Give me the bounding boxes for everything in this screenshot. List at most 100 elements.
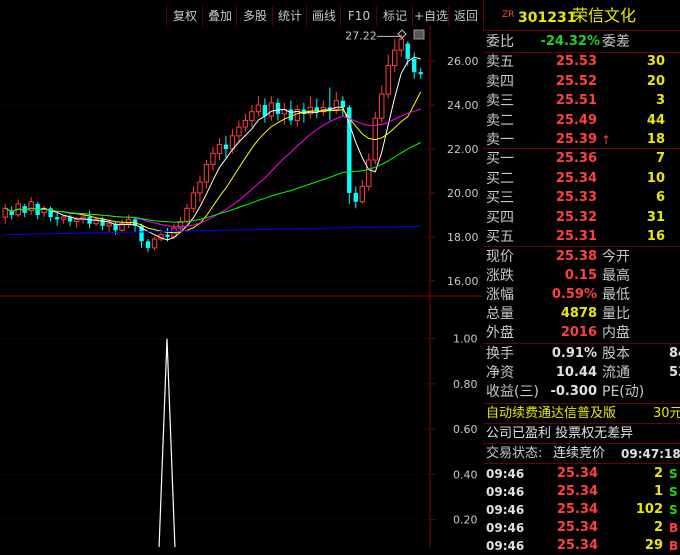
tick-time-2: 09:46 — [486, 503, 525, 517]
quote-label2-4: 内盘 — [602, 325, 630, 341]
tick-time-1: 09:46 — [486, 485, 525, 499]
candle-body-58 — [379, 93, 385, 119]
price-tick-label-0: 26.00 — [447, 55, 479, 68]
window-toggle-icon[interactable] — [413, 29, 425, 40]
candle-body-63 — [412, 58, 417, 73]
ask-vol-0: 30 — [646, 54, 665, 69]
candle-body-25 — [165, 234, 170, 237]
bid-price-2: 25.33 — [555, 190, 597, 205]
candle-body-10 — [67, 217, 73, 222]
tick-flag-3: B — [669, 521, 679, 535]
tick-flag-0: S — [669, 467, 678, 481]
indicator-tick-label-1: 0.80 — [453, 378, 478, 391]
quote-value-2: 0.59% — [551, 287, 597, 302]
quote-label-0: 现价 — [486, 249, 514, 265]
ask-price-1: 25.52 — [555, 73, 597, 89]
quote-value-4: 2016 — [560, 325, 597, 340]
tick-price-1: 25.34 — [556, 484, 598, 499]
candle-body-60 — [392, 49, 398, 67]
weicha-label: 委差 — [602, 34, 630, 50]
divider — [483, 463, 680, 464]
candle-body-16 — [106, 223, 112, 227]
candle-body-31 — [203, 163, 210, 183]
candle-body-28 — [184, 207, 190, 223]
ask-label-0: 卖五 — [486, 54, 514, 70]
tick-price-2: 25.34 — [556, 502, 598, 517]
toolbar-button-8[interactable]: 返回 — [448, 6, 483, 26]
stat-value2-1: 53 — [669, 365, 680, 380]
price-tick-label-5: 16.00 — [447, 275, 479, 288]
toolbar-button-5[interactable]: F10 — [340, 6, 377, 26]
candle-body-38 — [249, 111, 255, 121]
trade-status-value: 连续竞价 — [553, 446, 606, 461]
ask-label-3: 卖二 — [486, 112, 514, 129]
quote-label2-2: 最低 — [602, 287, 630, 303]
notice-text: 公司已盈利 投票权无差异 — [486, 426, 634, 441]
toolbar-button-3[interactable]: 统计 — [272, 6, 307, 26]
price-tick-label-1: 24.00 — [447, 99, 479, 112]
bid-vol-3: 31 — [646, 209, 665, 225]
quote-value-0: 25.38 — [555, 249, 597, 264]
stat-label2-2: PE(动) — [602, 384, 645, 400]
tick-time-3: 09:46 — [486, 521, 525, 535]
toolbar-button-2[interactable]: 多股 — [236, 6, 273, 26]
indicator-line — [158, 338, 176, 547]
bid-vol-0: 7 — [655, 151, 665, 166]
ask-vol-2: 3 — [655, 93, 665, 108]
candle-body-22 — [145, 241, 151, 248]
candle-body-59 — [385, 65, 391, 95]
quote-label-4: 外盘 — [486, 325, 514, 341]
weibi-value: -24.32% — [540, 34, 600, 49]
tick-vol-0: 2 — [653, 466, 663, 481]
chart-toolbar: 复权 叠加 多股 统计 画线 F10 标记 +自选 返回 — [0, 6, 482, 26]
candle-body-64 — [418, 72, 423, 75]
trade-status-label: 交易状态: — [486, 446, 543, 461]
tick-flag-4: B — [669, 539, 679, 553]
divider — [483, 343, 680, 344]
ask-price-4: 25.39 — [555, 132, 597, 147]
candle-body-32 — [210, 152, 216, 165]
ad-text[interactable]: 自动续费通达信普及版 — [486, 405, 616, 423]
candle-body-11 — [73, 218, 80, 223]
indicator-tick-label-4: 0.20 — [453, 514, 478, 527]
tick-price-0: 25.34 — [556, 466, 598, 481]
candle-body-55 — [359, 185, 365, 203]
bid-label-1: 买二 — [486, 170, 514, 187]
candle-body-44 — [288, 109, 294, 121]
ask-label-4: 卖一 — [486, 132, 514, 148]
toolbar-button-6[interactable]: 标记 — [376, 6, 413, 26]
ask-price-0: 25.53 — [555, 54, 597, 69]
stat-label2-0: 股本 — [602, 346, 630, 362]
divider — [483, 443, 680, 444]
ma120-line — [5, 225, 421, 236]
quote-label-3: 总量 — [486, 306, 514, 322]
ask-vol-1: 20 — [646, 73, 665, 89]
divider — [483, 403, 680, 404]
toolbar-button-0[interactable]: 复权 — [166, 6, 203, 26]
stock-prefix: ZR — [502, 10, 515, 20]
tick-vol-2: 102 — [635, 502, 663, 517]
indicator-tick-label-2: 0.60 — [453, 423, 478, 436]
stock-name: 荣信文化 — [572, 6, 637, 25]
candle-body-9 — [60, 216, 67, 220]
candle-body-19 — [125, 218, 132, 225]
bid-label-3: 买四 — [486, 209, 514, 226]
candle-body-33 — [216, 144, 223, 154]
tick-vol-1: 1 — [653, 484, 663, 499]
divider — [483, 246, 680, 247]
toolbar-button-4[interactable]: 画线 — [306, 6, 341, 26]
stock-code: 301231 — [518, 10, 577, 26]
divider — [483, 30, 680, 31]
divider — [483, 423, 680, 424]
bid-price-1: 25.34 — [555, 170, 597, 186]
weibi-label: 委比 — [486, 34, 514, 50]
stat-value-1: 10.44 — [555, 365, 597, 380]
toolbar-button-1[interactable]: 叠加 — [202, 6, 237, 26]
kline-chart[interactable]: 26.00 24.00 22.00 20.00 18.00 16.00 27.22 1.00 0… — [0, 26, 482, 547]
quote-label2-1: 最高 — [602, 268, 630, 284]
stat-value-2: -0.300 — [550, 384, 597, 399]
toolbar-button-7[interactable]: +自选 — [412, 6, 449, 26]
ask-vol-3: 44 — [646, 112, 665, 128]
bid-label-2: 买三 — [486, 190, 514, 206]
quote-label-2: 涨幅 — [486, 287, 514, 303]
